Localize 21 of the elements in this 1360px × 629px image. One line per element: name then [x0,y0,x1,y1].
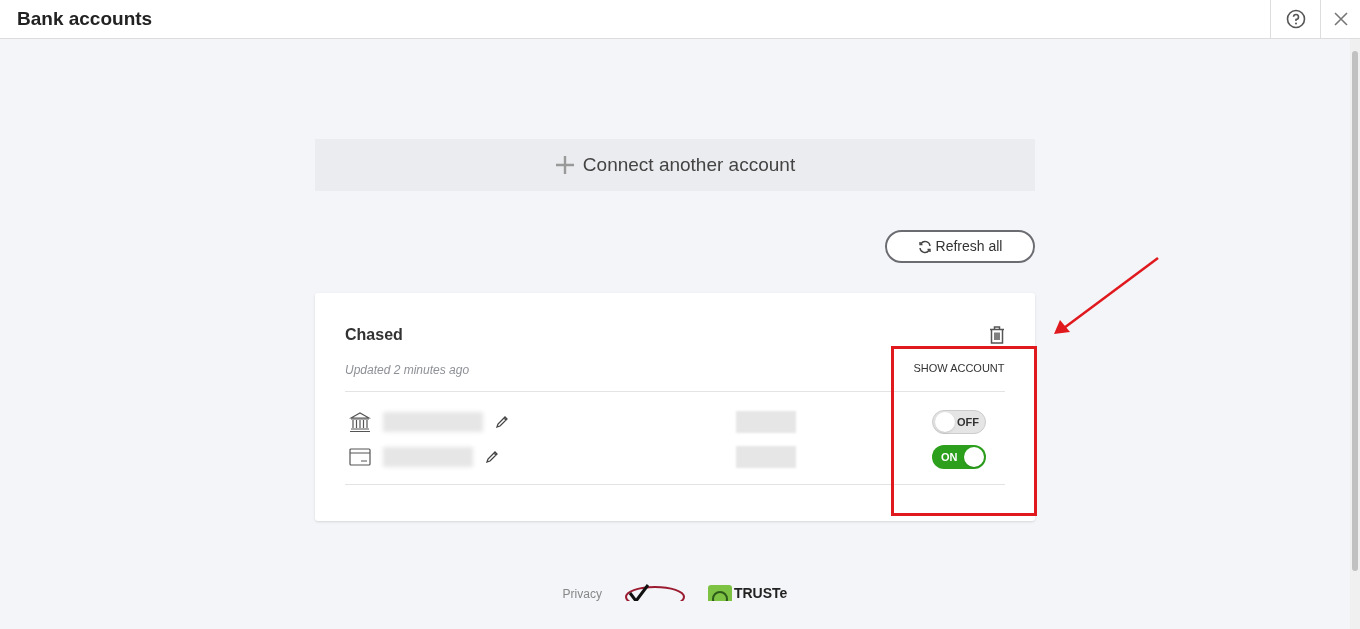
bank-icon [349,411,371,433]
pencil-icon[interactable] [495,415,509,429]
card-icon [349,448,371,466]
window-title: Bank accounts [17,6,154,31]
updated-text: Updated 2 minutes ago [345,361,470,379]
refresh-button[interactable]: Refresh all [885,230,1035,263]
trash-icon[interactable] [989,326,1005,344]
truste-seal-icon [707,584,732,601]
connect-account-button[interactable]: Connect another account [315,139,1035,191]
verisign-seal-icon [623,582,686,601]
truste-label: TRUSTe [733,584,788,601]
close-icon[interactable] [1332,11,1349,27]
redacted-balance [736,446,796,468]
redacted-balance [736,411,796,433]
refresh-icon [917,239,932,254]
bank-name: Chased [345,325,403,345]
show-account-toggle[interactable]: OFF [932,410,986,434]
pencil-icon[interactable] [485,450,499,464]
plus-icon [554,155,575,175]
help-icon[interactable] [1285,9,1306,29]
column-header: SHOW ACCOUNT [913,361,1005,376]
